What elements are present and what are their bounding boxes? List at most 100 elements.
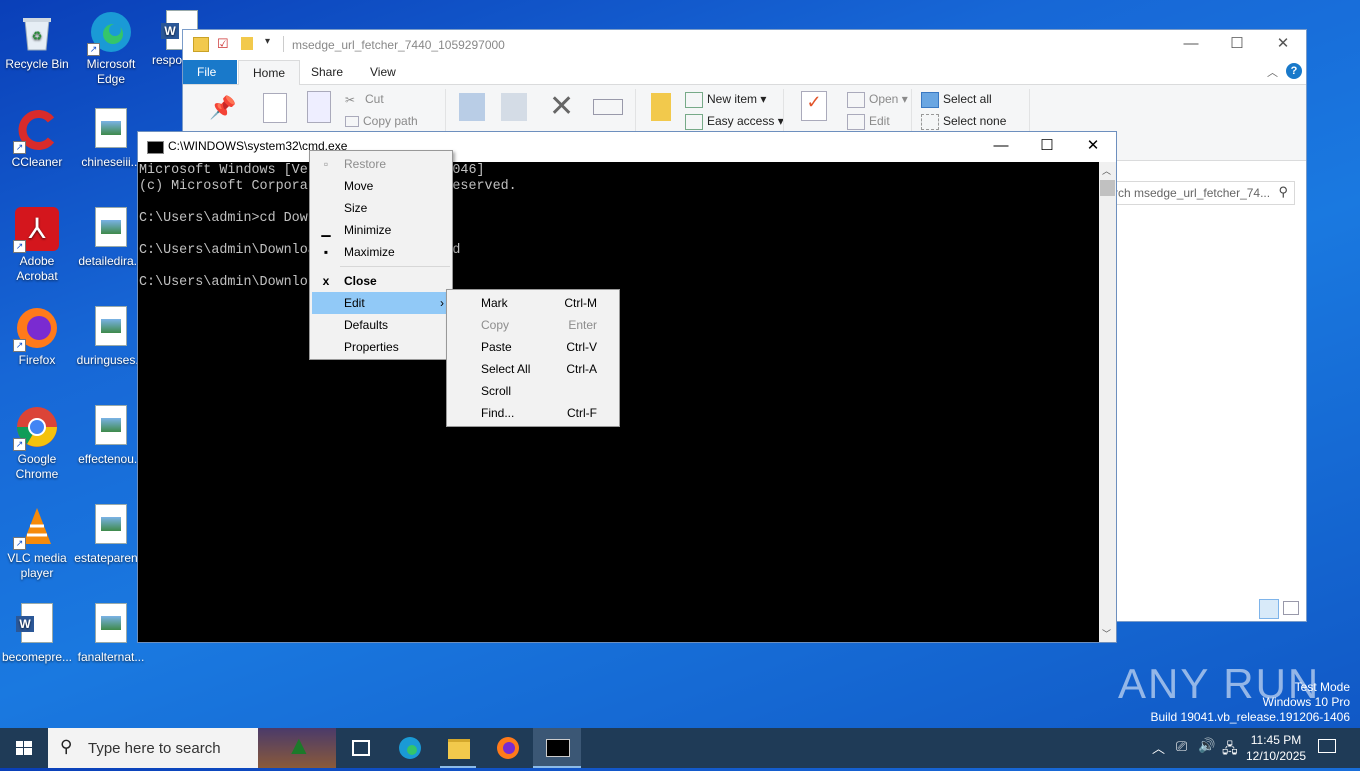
properties-quick-icon[interactable]: ☑ (217, 36, 229, 52)
menu-item-size[interactable]: Size (312, 197, 450, 219)
copy-icon[interactable] (263, 93, 287, 123)
search-box[interactable]: rch msedge_url_fetcher_74... ⚲ (1113, 181, 1295, 205)
image-file-icon (95, 207, 127, 247)
edit-button[interactable]: Edit (847, 114, 890, 130)
taskbar-file-explorer[interactable] (434, 728, 482, 768)
select-all-icon (921, 92, 939, 108)
device-icon[interactable]: ⎚ (1176, 738, 1187, 755)
search-icon[interactable]: ⚲ (1278, 184, 1288, 200)
watermark-mode: Test Mode (1294, 680, 1350, 694)
edit-icon (847, 114, 865, 130)
title-divider (283, 36, 284, 52)
new-folder-icon[interactable] (651, 93, 671, 121)
menu-item-edit[interactable]: Edit › (312, 292, 450, 314)
search-input[interactable]: rch msedge_url_fetcher_74... (1114, 186, 1270, 200)
restore-icon: ▫ (323, 157, 329, 171)
menu-item-close[interactable]: x Close (312, 270, 450, 292)
pin-icon[interactable]: 📌 (209, 95, 236, 121)
menu-item-restore[interactable]: ▫ Restore (312, 153, 450, 175)
watermark-build: Build 19041.vb_release.191206-1406 (1150, 710, 1351, 724)
desktop-icon-recycle-bin[interactable]: ♻ Recycle Bin (0, 6, 74, 72)
cmd-icon[interactable] (147, 141, 164, 154)
vlc-icon: ↗ (13, 504, 59, 550)
recycle-bin-icon: ♻ (15, 10, 59, 54)
cut-button[interactable]: ✂ Cut (345, 92, 384, 107)
edge-icon: ↗ (87, 10, 133, 56)
cmd-minimize-button[interactable]: — (978, 132, 1024, 162)
collapse-ribbon-icon[interactable]: ︿ (1267, 64, 1278, 80)
desktop-icon-acrobat[interactable]: ⅄ ↗ Adobe Acrobat (0, 203, 74, 284)
show-hidden-icons-icon[interactable]: ︿ (1152, 738, 1165, 757)
help-icon[interactable]: ? (1286, 63, 1302, 79)
desktop-icon-ccleaner[interactable]: ↗ CCleaner (0, 104, 74, 170)
desktop-icon-firefox[interactable]: ↗ Firefox (0, 302, 74, 368)
image-file-icon (95, 603, 127, 643)
submenu-item-find[interactable]: Find... Ctrl-F (449, 402, 617, 424)
paste-icon[interactable] (307, 91, 331, 123)
clock[interactable]: 11:45 PM 12/10/2025 (1246, 732, 1306, 764)
edge-icon (399, 737, 421, 759)
open-icon (847, 92, 865, 108)
copy-path-button[interactable]: Copy path (345, 114, 418, 128)
open-button[interactable]: Open ▾ (847, 92, 908, 108)
rename-icon[interactable] (593, 99, 623, 115)
volume-icon[interactable]: 🔊 (1198, 737, 1215, 754)
delete-icon[interactable]: ✕ (549, 89, 574, 124)
copy-to-icon[interactable] (501, 93, 527, 121)
new-item-button[interactable]: New item ▾ (685, 92, 766, 108)
submenu-item-copy[interactable]: Copy Enter (449, 314, 617, 336)
close-button[interactable]: ✕ (1260, 30, 1306, 60)
scissors-icon: ✂ (345, 92, 356, 107)
menu-item-move[interactable]: Move (312, 175, 450, 197)
menu-item-properties[interactable]: Properties (312, 336, 450, 358)
tab-share[interactable]: Share (297, 60, 357, 84)
taskbar-search-box[interactable]: ⚲ Type here to search ▲ (48, 728, 336, 768)
details-view-icon[interactable] (1259, 599, 1279, 619)
image-file-icon (95, 504, 127, 544)
desktop-icon-chrome[interactable]: ↗ Google Chrome (0, 401, 74, 482)
minimize-button[interactable]: — (1168, 30, 1214, 60)
desktop-icon-edge[interactable]: ↗ Microsoft Edge (74, 6, 148, 87)
tab-home[interactable]: Home (238, 60, 301, 85)
tab-file[interactable]: File (183, 60, 237, 84)
network-icon[interactable]: 🖧 (1222, 738, 1238, 762)
submenu-arrow-icon: › (440, 296, 444, 310)
new-folder-quick-icon[interactable] (241, 37, 253, 50)
scroll-down-icon[interactable]: ﹀ (1102, 627, 1111, 640)
submenu-item-select-all[interactable]: Select All Ctrl-A (449, 358, 617, 380)
cmd-close-button[interactable]: ✕ (1070, 132, 1116, 162)
easy-access-button[interactable]: Easy access ▾ (685, 114, 784, 130)
search-highlight-image: ▲ (258, 728, 336, 768)
scroll-up-icon[interactable]: ︿ (1102, 164, 1111, 177)
christmas-tree-icon: ▲ (286, 730, 312, 760)
image-file-icon (95, 405, 127, 445)
taskbar-firefox[interactable] (484, 728, 532, 768)
select-none-button[interactable]: Select none (921, 114, 1006, 130)
task-view-button[interactable] (336, 728, 384, 768)
start-button[interactable] (0, 728, 48, 768)
move-to-icon[interactable] (459, 93, 485, 121)
edit-submenu: Mark Ctrl-M Copy Enter Paste Ctrl-V Select … (446, 289, 620, 427)
quick-access-dropdown-icon[interactable]: ▾ (265, 36, 270, 47)
submenu-item-mark[interactable]: Mark Ctrl-M (449, 292, 617, 314)
taskbar-search-input[interactable]: Type here to search (88, 740, 221, 757)
scrollbar-thumb[interactable] (1100, 180, 1115, 196)
taskbar-cmd[interactable] (533, 728, 581, 768)
properties-icon[interactable]: ✓ (801, 91, 827, 121)
taskbar-edge[interactable] (386, 728, 434, 768)
submenu-item-scroll[interactable]: Scroll (449, 380, 617, 402)
maximize-button[interactable]: ☐ (1214, 30, 1260, 60)
menu-item-minimize[interactable]: ▁ Minimize (312, 219, 450, 241)
select-all-button[interactable]: Select all (921, 92, 992, 108)
tab-view[interactable]: View (356, 60, 410, 84)
desktop-icon-vlc[interactable]: ↗ VLC media player (0, 500, 74, 581)
notifications-icon[interactable] (1318, 739, 1336, 753)
desktop-icon-word-doc[interactable]: W becomepre... (0, 599, 74, 665)
submenu-item-paste[interactable]: Paste Ctrl-V (449, 336, 617, 358)
menu-item-defaults[interactable]: Defaults (312, 314, 450, 336)
cmd-title-bar[interactable]: C:\WINDOWS\system32\cmd.exe — ☐ ✕ (138, 132, 1116, 162)
cmd-maximize-button[interactable]: ☐ (1024, 132, 1070, 162)
menu-item-maximize[interactable]: ▪ Maximize (312, 241, 450, 263)
large-icons-view-icon[interactable] (1283, 601, 1299, 615)
vertical-scrollbar[interactable]: ︿ ﹀ (1099, 162, 1116, 642)
